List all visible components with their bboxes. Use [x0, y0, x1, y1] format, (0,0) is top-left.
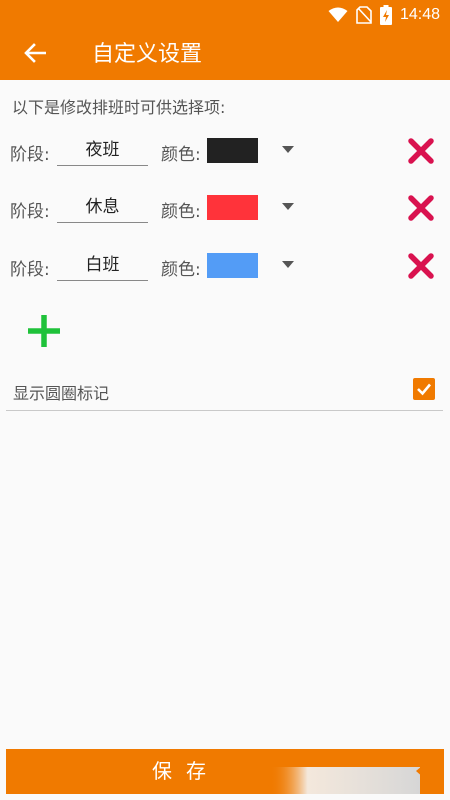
- delete-button[interactable]: [406, 193, 436, 223]
- stage-label: 阶段:: [10, 202, 50, 222]
- stage-row: 阶段: 休息 颜色:: [0, 189, 450, 229]
- status-time: 14:48: [399, 6, 440, 23]
- caret-down-icon[interactable]: [282, 261, 294, 268]
- close-icon: [406, 195, 436, 227]
- intro-text: 以下是修改排班时可供选择项:: [12, 98, 226, 117]
- back-button[interactable]: [18, 38, 52, 72]
- stage-label: 阶段:: [10, 145, 50, 165]
- status-icons: 14:48: [328, 5, 440, 25]
- color-swatch[interactable]: [207, 253, 258, 278]
- caret-down-icon[interactable]: [282, 203, 294, 210]
- plus-icon: [26, 315, 62, 353]
- add-stage-button[interactable]: [26, 313, 62, 349]
- show-circle-option[interactable]: 显示圆圈标记: [6, 372, 443, 411]
- color-swatch[interactable]: [207, 195, 258, 220]
- delete-button[interactable]: [406, 136, 436, 166]
- show-circle-label: 显示圆圈标记: [13, 384, 110, 403]
- save-button[interactable]: 保存: [6, 749, 444, 794]
- app-bar: 自定义设置: [0, 30, 450, 80]
- arrow-left-icon: [24, 43, 47, 67]
- color-swatch[interactable]: [207, 138, 258, 163]
- color-label: 颜色:: [161, 260, 201, 280]
- page-turn-overlay: [246, 749, 444, 794]
- no-sim-icon: [356, 6, 372, 24]
- stage-name-input[interactable]: 白班: [57, 251, 148, 281]
- checkmark-icon: [413, 383, 435, 404]
- delete-button[interactable]: [406, 251, 436, 281]
- color-label: 颜色:: [161, 202, 201, 222]
- stage-label: 阶段:: [10, 260, 50, 280]
- stage-row: 阶段: 夜班 颜色:: [0, 132, 450, 172]
- show-circle-checkbox[interactable]: [413, 378, 435, 400]
- stage-name-input[interactable]: 夜班: [57, 136, 148, 166]
- color-label: 颜色:: [161, 145, 201, 165]
- wifi-icon: [328, 7, 348, 23]
- battery-charging-icon: [379, 5, 392, 25]
- caret-down-icon[interactable]: [282, 146, 294, 153]
- stage-name-input[interactable]: 休息: [57, 193, 148, 223]
- close-icon: [406, 138, 436, 170]
- status-bar: 14:48: [0, 0, 450, 30]
- close-icon: [406, 253, 436, 285]
- page-title: 自定义设置: [92, 42, 203, 67]
- stage-row: 阶段: 白班 颜色:: [0, 247, 450, 287]
